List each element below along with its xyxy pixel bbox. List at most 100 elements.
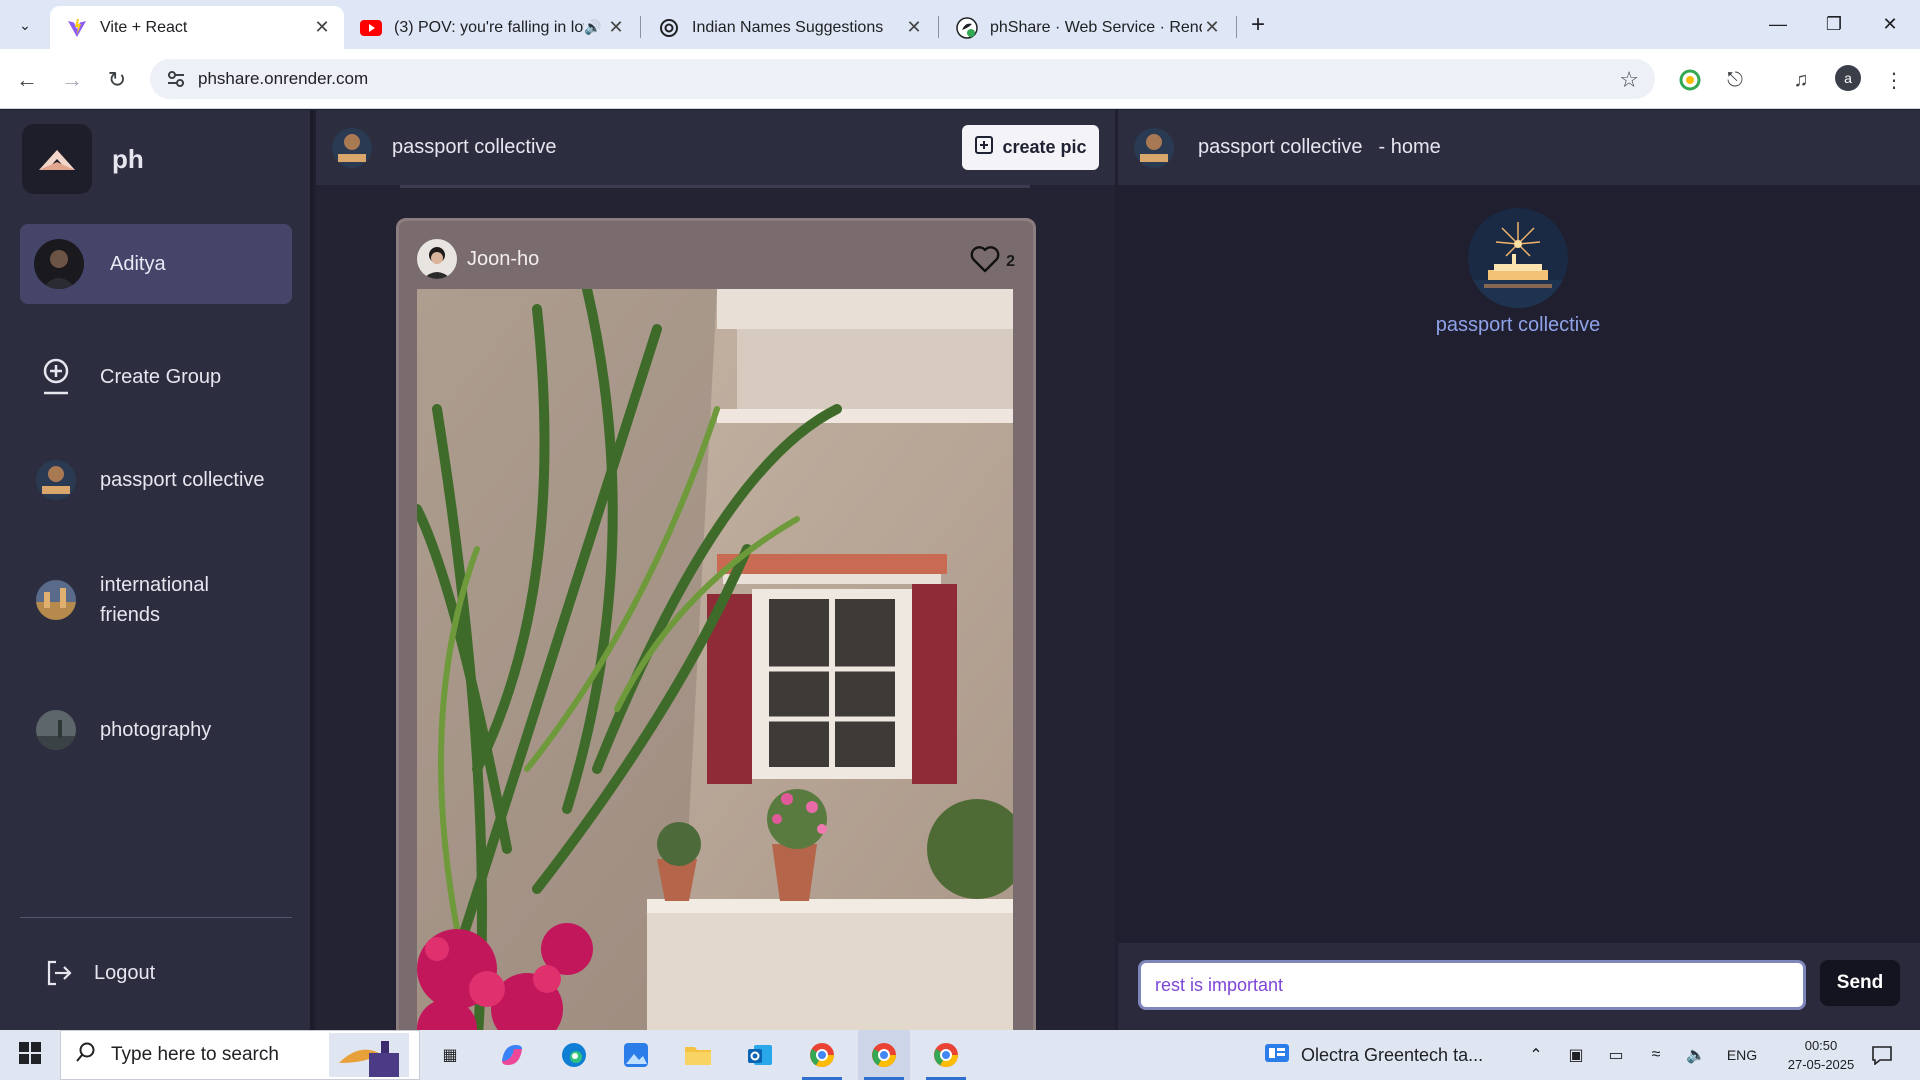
bookmark-star-icon[interactable]: ☆ [1619,67,1639,93]
more-vertical-icon[interactable]: ⋮ [1879,65,1909,95]
phshare-app: ph Aditya Create Group passport collecti… [0,110,1920,1030]
tab-search-button[interactable]: ⌄ [10,10,40,40]
chatgpt-icon [658,17,680,39]
speaker-icon[interactable]: 🔊 [584,19,606,36]
close-window-button[interactable]: ✕ [1862,0,1918,49]
puzzle-icon[interactable]: ⎋ [1720,65,1750,95]
clock[interactable]: 00:50 27-05-2025 [1780,1030,1862,1080]
minimize-button[interactable]: — [1750,0,1806,49]
restore-icon: ❐ [1825,14,1843,34]
tab-title: phShare · Web Service · Rende [990,18,1202,36]
new-tab-button[interactable]: + [1243,10,1273,40]
file-explorer-icon[interactable] [672,1030,724,1080]
avatar[interactable] [417,239,457,279]
render-icon [956,16,978,39]
close-icon[interactable]: ✕ [904,17,924,38]
arrow-left-icon: ← [16,67,38,92]
tab-youtube[interactable]: (3) POV: you're falling in lov 🔊 ✕ [344,6,638,49]
create-pic-label: create pic [1002,137,1087,157]
post-author[interactable]: Joon-ho [467,248,539,271]
tab-title: Indian Names Suggestions [692,18,884,36]
copilot-icon[interactable] [486,1030,538,1080]
post-header: Joon-ho 2 [417,239,1015,279]
chevron-down-icon: ⌄ [19,16,31,33]
sidebar-item-label: Create Group [100,365,222,388]
current-user-card[interactable]: Aditya [20,224,292,304]
chrome-icon[interactable] [920,1030,972,1080]
logo-text: ph [112,143,144,174]
outlook-icon[interactable] [734,1030,786,1080]
browser-tab-strip: ⌄ Vite + React ✕ (3) POV: you're falling… [0,0,1920,49]
browser-toolbar: ← → ↻ phshare.onrender.com ☆ ⎋ ♫ a ⋮ [0,49,1920,109]
chat-group-title: passport collective [1198,136,1363,158]
notifications-icon[interactable] [1862,1030,1902,1080]
sidebar-item-label: passport collective [100,468,265,491]
message-input[interactable] [1138,960,1806,1010]
start-button[interactable] [4,1030,56,1080]
sidebar-item-photography[interactable]: photography [20,695,292,765]
forward-button[interactable]: → [55,63,89,97]
sidebar-item-passport-collective[interactable]: passport collective [20,445,292,515]
user-name: Aditya [110,252,166,275]
device-icon[interactable]: ▣ [1560,1030,1592,1080]
like-button[interactable]: 2 [970,245,1015,278]
task-view-icon[interactable]: ▦ [424,1030,476,1080]
app-logo[interactable]: ph [22,124,144,194]
chat-header: passport collective - home [1118,110,1920,185]
send-button[interactable]: Send [1820,960,1900,1006]
extension-icon[interactable] [1675,65,1705,95]
feed-panel: passport collective create pic Joon-ho 2 [316,110,1115,1030]
post-image[interactable] [417,289,1013,1030]
photos-icon[interactable] [610,1030,662,1080]
chevron-up-icon[interactable]: ⌃ [1520,1030,1552,1080]
close-icon[interactable]: ✕ [606,17,626,38]
youtube-icon [360,17,382,39]
sidebar-item-create-group[interactable]: Create Group [20,342,292,412]
avatar [36,580,76,620]
address-bar[interactable]: phshare.onrender.com ☆ [150,59,1655,99]
reload-button[interactable]: ↻ [100,63,134,97]
edge-icon[interactable] [548,1030,600,1080]
avatar [36,710,76,750]
close-icon[interactable]: ✕ [312,17,332,38]
sidebar-item-international-friends[interactable]: international friends [20,545,292,655]
back-button[interactable]: ← [10,63,44,97]
plus-icon: + [1250,11,1265,38]
group-profile-name[interactable]: passport collective [1436,314,1601,337]
avatar [1134,127,1174,168]
tab-vite-react[interactable]: Vite + React ✕ [50,6,344,49]
logout-label: Logout [94,961,156,984]
site-settings-icon[interactable] [156,70,196,88]
message-composer: Send [1118,943,1920,1030]
tab-render[interactable]: phShare · Web Service · Rende ✕ [940,6,1234,49]
add-circle-icon [36,357,76,397]
avatar[interactable]: a [1835,65,1861,91]
create-pic-button[interactable]: create pic [962,125,1099,170]
logout-button[interactable]: Logout [20,945,292,1001]
media-control-icon[interactable]: ♫ [1786,65,1816,95]
language-indicator[interactable]: ENG [1720,1030,1764,1080]
chrome-profile-icon[interactable] [796,1030,848,1080]
chrome-active-icon[interactable] [858,1030,910,1080]
battery-icon[interactable]: ▭ [1600,1030,1632,1080]
sidebar-item-label: photography [100,718,212,741]
feed-header: passport collective create pic [316,110,1115,185]
wifi-icon[interactable]: ≈ [1640,1030,1672,1080]
url-text: phshare.onrender.com [198,69,369,88]
vite-icon [66,17,88,39]
volume-icon[interactable]: 🔈 [1680,1030,1712,1080]
arrow-right-icon: → [61,67,83,92]
clock-time: 00:50 [1804,1038,1838,1053]
avatar [34,239,84,289]
group-avatar[interactable] [1468,208,1568,308]
sidebar-divider [20,917,292,918]
restore-button[interactable]: ❐ [1806,0,1862,49]
sidebar: ph Aditya Create Group passport collecti… [0,110,313,1030]
tab-title: (3) POV: you're falling in lov [394,18,584,36]
close-icon[interactable]: ✕ [1202,17,1222,38]
search-highlight-icon[interactable] [324,1030,414,1080]
tab-indian-names[interactable]: Indian Names Suggestions ✕ [642,6,936,49]
news-widget[interactable]: Olectra Greentech ta... [1265,1030,1530,1080]
chat-panel: passport collective - home passport coll… [1118,110,1920,1030]
news-text: Olectra Greentech ta... [1301,1044,1484,1065]
